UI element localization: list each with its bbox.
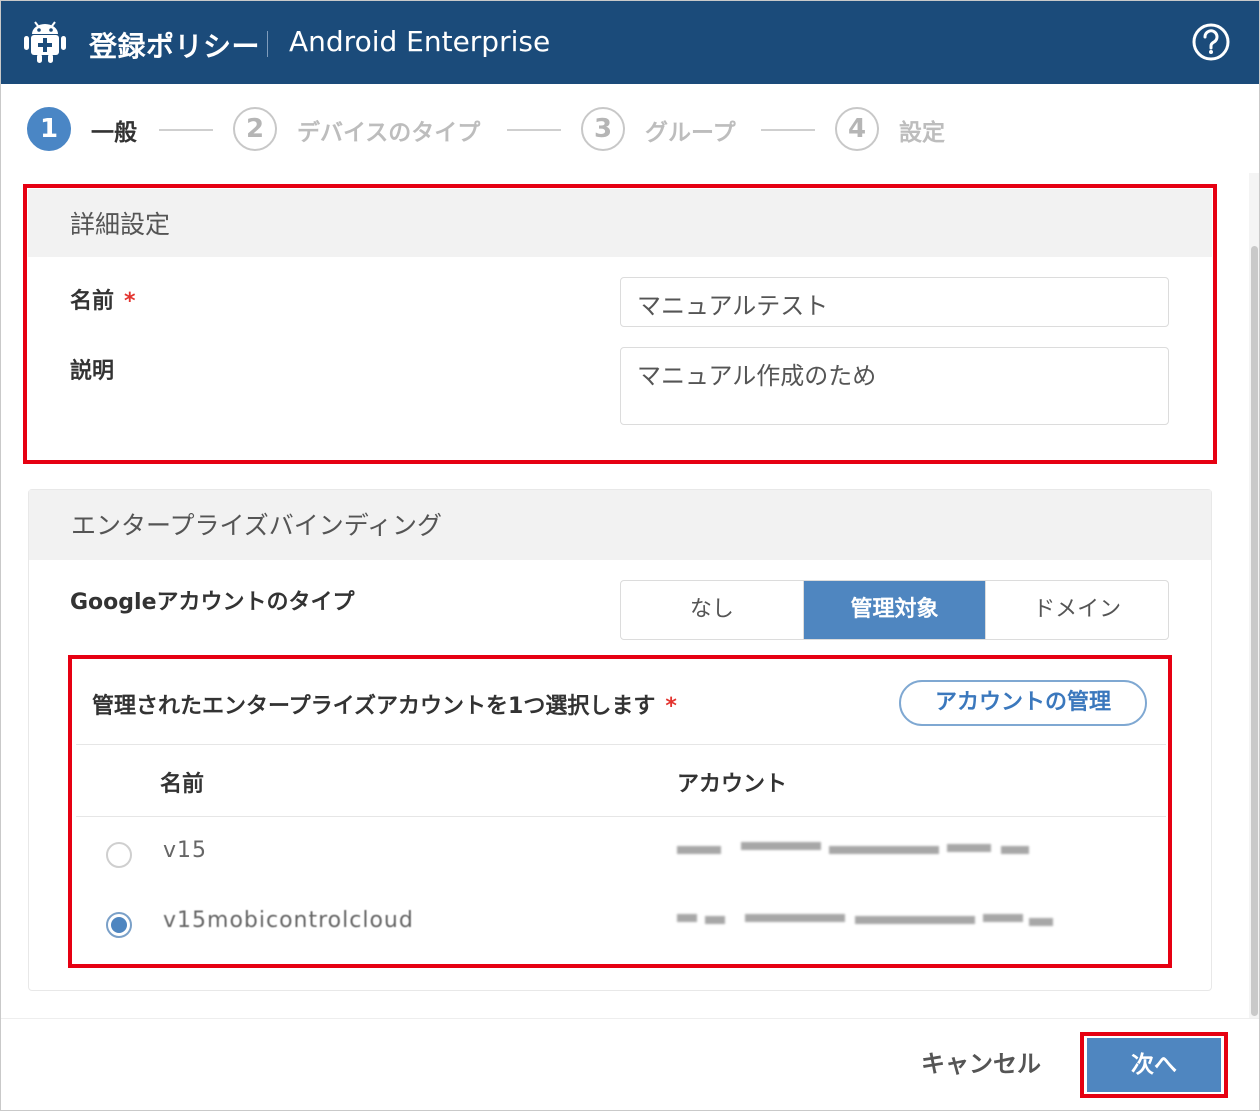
dialog-title: 登録ポリシー (89, 30, 261, 63)
step-1-label[interactable]: 一般 (91, 113, 137, 147)
step-3-label[interactable]: グループ (645, 113, 736, 147)
question-circle-icon[interactable] (1191, 22, 1231, 62)
name-label-text: 名前 (70, 289, 115, 314)
enrollment-policy-dialog: 登録ポリシー Android Enterprise 1 一般 2 デバイスのタイ… (0, 0, 1260, 1111)
dialog-subtitle: Android Enterprise (289, 25, 551, 58)
step-3-circle[interactable]: 3 (581, 107, 625, 151)
step-1-circle[interactable]: 1 (27, 107, 71, 151)
column-header-name: 名前 (160, 772, 205, 797)
step-2-label[interactable]: デバイスのタイプ (297, 113, 480, 147)
account-name-cell: v15 (163, 838, 208, 863)
android-plus-icon (24, 21, 66, 63)
next-button[interactable]: 次へ (1087, 1038, 1221, 1092)
select-account-prompt-text: 管理されたエンタープライズアカウントを1つ選択します (92, 694, 656, 719)
divider (76, 744, 1166, 745)
step-4-label[interactable]: 設定 (899, 113, 945, 147)
title-separator (267, 31, 268, 57)
step-connector (761, 129, 815, 131)
cancel-button[interactable]: キャンセル (901, 1041, 1061, 1087)
name-field-label: 名前 * (70, 283, 136, 315)
account-radio-v15mobicontrolcloud[interactable] (106, 912, 132, 938)
divider (76, 816, 1166, 817)
step-2-circle[interactable]: 2 (233, 107, 277, 151)
column-header-account: アカウント (677, 772, 788, 797)
account-type-none[interactable]: なし (621, 581, 804, 639)
account-type-segmented-control: なし 管理対象 ドメイン (620, 580, 1169, 640)
enterprise-binding-panel: エンタープライズバインディング Googleアカウントのタイプ なし 管理対象 … (28, 489, 1212, 991)
scrollbar-thumb[interactable] (1251, 246, 1258, 1016)
account-type-label: Googleアカウントのタイプ (70, 590, 355, 615)
details-panel-header: 詳細設定 (28, 189, 1212, 257)
dialog-footer (1, 1018, 1259, 1110)
binding-heading: エンタープライズバインディング (71, 511, 443, 540)
select-account-prompt: 管理されたエンタープライズアカウントを1つ選択します * (92, 688, 677, 720)
required-asterisk: * (124, 289, 136, 314)
required-asterisk: * (665, 694, 677, 719)
step-4-circle[interactable]: 4 (835, 107, 879, 151)
description-field-label: 説明 (70, 359, 115, 384)
name-input[interactable]: マニュアルテスト (620, 277, 1169, 327)
account-name-cell: v15mobicontrolcloud (163, 908, 414, 933)
dialog-header: 登録ポリシー Android Enterprise (1, 1, 1259, 84)
details-heading: 詳細設定 (70, 210, 171, 239)
step-connector (507, 129, 561, 131)
description-textarea[interactable]: マニュアル作成のため (620, 347, 1169, 425)
manage-accounts-button[interactable]: アカウントの管理 (899, 680, 1147, 726)
account-type-domain[interactable]: ドメイン (986, 581, 1168, 639)
account-radio-v15[interactable] (106, 842, 132, 868)
account-type-managed[interactable]: 管理対象 (803, 581, 987, 639)
wizard-stepper: 1 一般 2 デバイスのタイプ 3 グループ 4 設定 (1, 85, 1259, 173)
binding-panel-header: エンタープライズバインディング (29, 490, 1211, 560)
details-panel: 詳細設定 名前 * マニュアルテスト 説明 マニュアル作成のため (28, 189, 1212, 459)
step-connector (159, 129, 213, 131)
